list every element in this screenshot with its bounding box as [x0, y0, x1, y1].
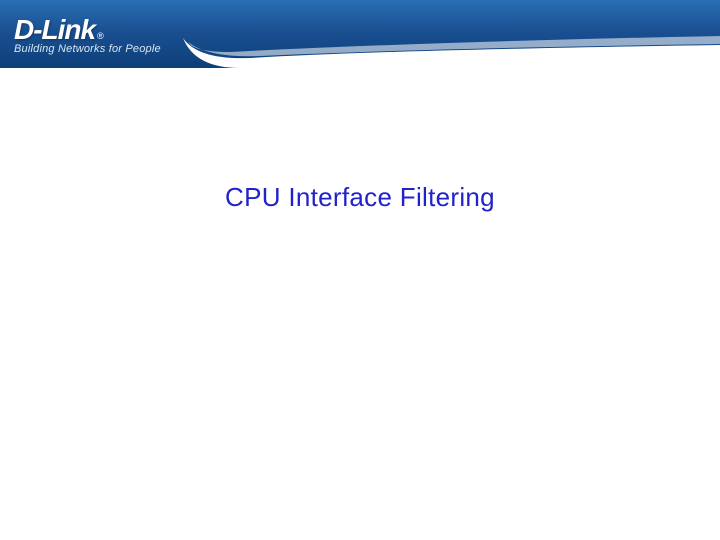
header-bar: D-Link ® Building Networks for People	[0, 0, 720, 68]
slide-title: CPU Interface Filtering	[225, 182, 495, 213]
brand-logo-top: D-Link ®	[14, 14, 161, 46]
slide-content: CPU Interface Filtering	[0, 68, 720, 540]
brand-tagline: Building Networks for People	[14, 43, 161, 55]
brand-name: D-Link	[14, 14, 95, 46]
header-curve-decoration	[180, 0, 720, 68]
registered-mark: ®	[97, 31, 104, 41]
brand-logo: D-Link ® Building Networks for People	[14, 14, 161, 55]
